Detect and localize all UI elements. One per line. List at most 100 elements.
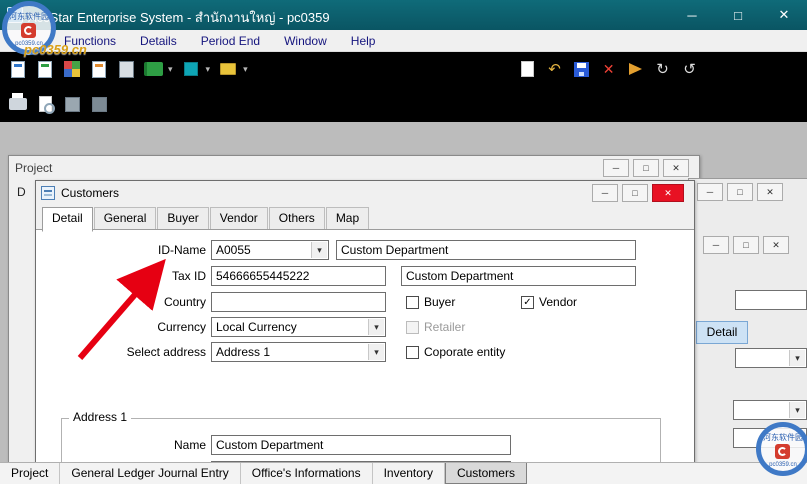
save-icon[interactable] <box>570 56 594 82</box>
close-button[interactable]: ✕ <box>757 183 783 201</box>
print-icon[interactable] <box>6 91 30 117</box>
background-text-input[interactable] <box>735 290 807 310</box>
vendor-checkbox[interactable]: ✓ <box>521 295 534 309</box>
menu-help[interactable]: Help <box>339 30 388 52</box>
app-icon <box>7 7 23 23</box>
folder-lookup-icon[interactable] <box>216 56 240 82</box>
country-field[interactable] <box>211 292 386 312</box>
minimize-button[interactable]: ─ <box>603 159 629 177</box>
orange-document-icon[interactable] <box>87 56 111 82</box>
background-combo[interactable]: ▾ <box>735 348 807 368</box>
maximize-button[interactable]: □ <box>633 159 659 177</box>
bookmark-flag-icon[interactable] <box>624 56 648 82</box>
minimize-button[interactable]: ─ <box>592 184 618 202</box>
tax-id-name-field[interactable]: Custom Department <box>401 266 636 286</box>
dropdown-icon[interactable]: ▾ <box>243 64 248 75</box>
data-grid-icon[interactable] <box>60 56 84 82</box>
retailer-checkbox-label: Retailer <box>424 320 466 334</box>
task-tab-project[interactable]: Project <box>0 463 61 484</box>
chevron-down-icon[interactable]: ▾ <box>368 344 384 360</box>
corporate-entity-checkbox[interactable] <box>406 345 419 359</box>
buyer-checkbox[interactable] <box>406 295 419 309</box>
tab-vendor[interactable]: Vendor <box>209 207 268 229</box>
maximize-icon: □ <box>643 163 649 173</box>
tab-general[interactable]: General <box>93 207 157 229</box>
close-button[interactable]: ✕ <box>761 0 807 30</box>
export-file-icon[interactable] <box>60 91 84 117</box>
dropdown-icon[interactable]: ▾ <box>168 64 173 75</box>
select-address-label: Select address <box>126 345 206 359</box>
menu-functions[interactable]: Functions <box>52 30 128 52</box>
id-name-value: Custom Department <box>341 243 449 257</box>
retailer-checkbox-group: Retailer <box>406 319 465 335</box>
id-name-row: ID-Name A0055 ▾ Custom Department <box>36 240 694 260</box>
background-window-controls: ─ □ ✕ <box>697 183 783 201</box>
undo-icon[interactable]: ↶ <box>543 56 567 82</box>
project-partial-tab-label: D <box>17 185 26 199</box>
window-controls: ─ □ ✕ <box>669 0 807 30</box>
currency-combo[interactable]: Local Currency ▾ <box>211 317 386 337</box>
currency-label: Currency <box>157 320 206 334</box>
customers-tabstrip: Detail General Buyer Vendor Others Map <box>42 207 370 232</box>
print-preview-icon[interactable] <box>33 91 57 117</box>
inventory-cube-icon[interactable] <box>179 56 203 82</box>
minimize-button[interactable]: ─ <box>669 0 715 30</box>
menu-details[interactable]: Details <box>128 30 189 52</box>
minimize-icon: ─ <box>706 187 714 197</box>
dropdown-icon[interactable]: ▾ <box>206 64 211 75</box>
background-combo[interactable]: ▾ <box>733 400 807 420</box>
menu-period-end[interactable]: Period End <box>189 30 272 52</box>
background-window-controls: ─ □ ✕ <box>703 236 789 254</box>
customers-window-controls: ─ □ ✕ <box>592 184 684 202</box>
delete-icon[interactable]: ✕ <box>597 56 621 82</box>
menu-window[interactable]: Window <box>272 30 339 52</box>
tab-map[interactable]: Map <box>325 207 370 229</box>
maximize-icon: □ <box>743 240 749 250</box>
open-document-icon[interactable] <box>33 56 57 82</box>
maximize-icon: □ <box>737 187 743 197</box>
new-document-icon[interactable] <box>6 56 30 82</box>
chevron-down-icon[interactable]: ▾ <box>368 319 384 335</box>
task-tab-general-ledger[interactable]: General Ledger Journal Entry <box>60 463 241 484</box>
close-button[interactable]: ✕ <box>663 159 689 177</box>
close-button[interactable]: ✕ <box>652 184 684 202</box>
project-window-title: Project <box>15 161 53 175</box>
chevron-down-icon[interactable]: ▾ <box>789 430 805 446</box>
maximize-button[interactable]: □ <box>727 183 753 201</box>
maximize-button[interactable]: □ <box>715 0 761 30</box>
task-tab-inventory[interactable]: Inventory <box>373 463 445 484</box>
send-file-icon[interactable] <box>87 91 111 117</box>
minimize-icon: ─ <box>712 240 720 250</box>
ledger-book-icon[interactable] <box>141 56 165 82</box>
chevron-down-icon[interactable]: ▾ <box>311 242 327 258</box>
tab-others[interactable]: Others <box>268 207 325 229</box>
tax-id-field[interactable]: 54666655445222 <box>211 266 386 286</box>
maximize-button[interactable]: □ <box>733 236 759 254</box>
id-name-field[interactable]: Custom Department <box>336 240 636 260</box>
id-name-combo[interactable]: A0055 ▾ <box>211 240 329 260</box>
reload-icon[interactable]: ↺ <box>678 56 702 82</box>
minimize-button[interactable]: ─ <box>697 183 723 201</box>
currency-value: Local Currency <box>216 320 297 334</box>
menubar: Functions Details Period End Window Help <box>0 30 807 52</box>
tab-buyer[interactable]: Buyer <box>157 207 209 229</box>
task-tab-customers[interactable]: Customers <box>444 463 527 484</box>
calculator-icon[interactable] <box>114 56 138 82</box>
refresh-icon[interactable]: ↻ <box>651 56 675 82</box>
name-field[interactable]: Custom Department <box>211 435 511 455</box>
task-tab-office-informations[interactable]: Office's Informations <box>241 463 373 484</box>
close-button[interactable]: ✕ <box>763 236 789 254</box>
chevron-down-icon[interactable]: ▾ <box>789 402 805 418</box>
mdi-task-tabbar: Project General Ledger Journal Entry Off… <box>0 462 807 484</box>
background-detail-button[interactable]: Detail <box>696 321 748 344</box>
new-record-icon[interactable] <box>516 56 540 82</box>
buyer-checkbox-label: Buyer <box>424 295 456 309</box>
maximize-button[interactable]: □ <box>622 184 648 202</box>
minimize-button[interactable]: ─ <box>703 236 729 254</box>
tax-id-value: 54666655445222 <box>216 269 310 283</box>
tab-detail[interactable]: Detail <box>42 207 93 232</box>
name-row: Name Custom Department <box>36 435 694 455</box>
chevron-down-icon[interactable]: ▾ <box>789 350 805 366</box>
select-address-combo[interactable]: Address 1 ▾ <box>211 342 386 362</box>
background-combo[interactable]: ▾ <box>733 428 807 448</box>
